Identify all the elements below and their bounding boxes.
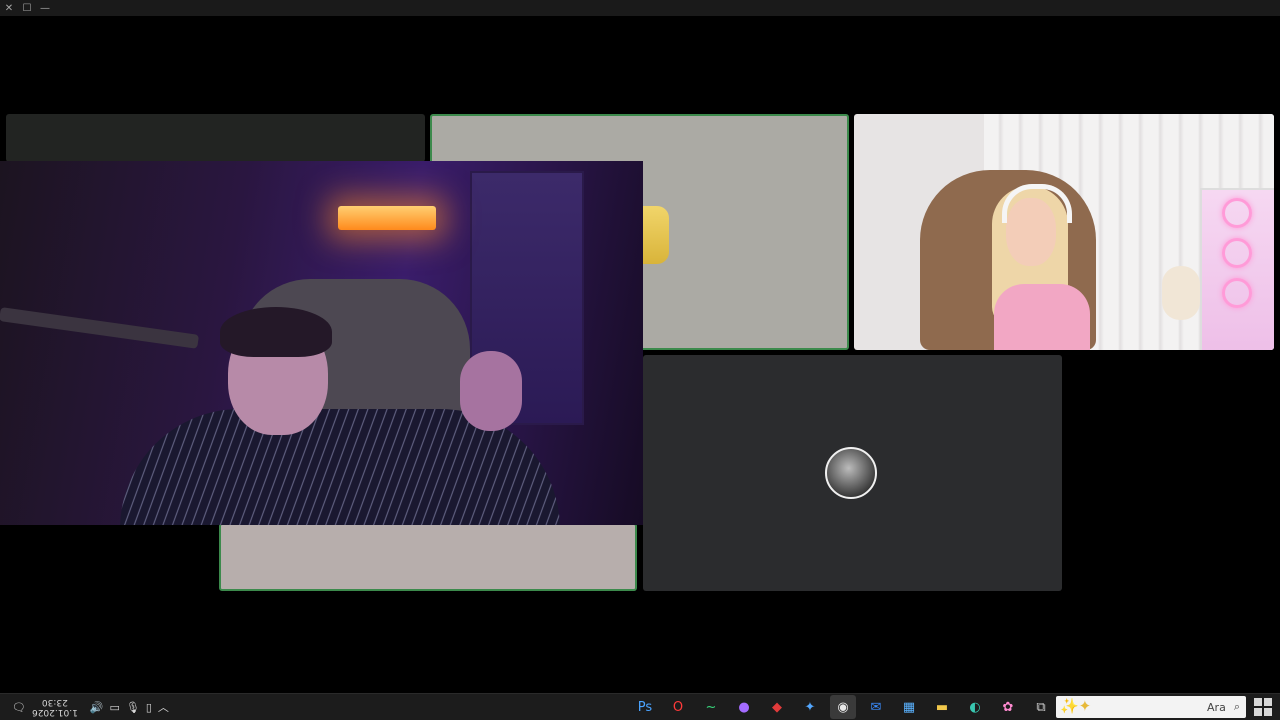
stream-video-window[interactable] bbox=[0, 161, 643, 525]
microphone-icon[interactable]: 🎙 bbox=[126, 701, 140, 714]
sticker-image bbox=[643, 206, 669, 264]
participant-tile-3-video[interactable] bbox=[854, 114, 1274, 350]
chevron-up-icon[interactable]: ︿ bbox=[158, 699, 169, 715]
app-ps[interactable]: Ps bbox=[632, 695, 658, 719]
notification-icon[interactable]: 🗨 bbox=[12, 701, 26, 714]
window-titlebar: ✕ ☐ — bbox=[0, 0, 1280, 16]
terminal-icon[interactable]: ~ bbox=[698, 695, 724, 719]
fan-icon bbox=[1222, 278, 1252, 308]
close-icon[interactable]: ✕ bbox=[0, 0, 18, 16]
task-view-icon[interactable]: ⧉ bbox=[1028, 695, 1054, 719]
taskbar-clock[interactable]: 1.01.2026 23:30 bbox=[32, 697, 78, 717]
search-label: Ara bbox=[1207, 700, 1226, 714]
fan-icon bbox=[1222, 198, 1252, 228]
search-icon: ⌕ bbox=[1233, 700, 1240, 713]
windows-logo-cell bbox=[1254, 708, 1262, 716]
plush-toy bbox=[1162, 266, 1200, 320]
search-box[interactable]: ✨✦ Ara ⌕ bbox=[1056, 696, 1246, 718]
opera-icon[interactable]: O bbox=[665, 695, 691, 719]
system-tray: 🗨 1.01.2026 23:30 🔊 ▭ 🎙 ▯ ︿ bbox=[12, 694, 175, 720]
display-icon[interactable]: ▭ bbox=[109, 701, 119, 714]
heater-light bbox=[338, 206, 436, 230]
participant-tile-1[interactable] bbox=[6, 114, 425, 162]
pc-case bbox=[1200, 188, 1274, 350]
participant-shirt bbox=[994, 284, 1090, 350]
obs-icon[interactable]: ◉ bbox=[830, 695, 856, 719]
start-button[interactable] bbox=[1254, 698, 1272, 716]
taskbar: 🗨 1.01.2026 23:30 🔊 ▭ 🎙 ▯ ︿ Ps O ~ ● ◆ ✦ ◉ ✉ ▦ ▬ ◐… bbox=[0, 693, 1280, 720]
participant-tile-4[interactable] bbox=[643, 355, 1062, 591]
clock-date: 1.01.2026 bbox=[31, 707, 78, 717]
windows-logo-cell bbox=[1264, 708, 1272, 716]
volume-icon[interactable]: 🔊 bbox=[90, 701, 104, 714]
screen: ✕ ☐ — 🗨 1.01.2026 23:30 🔊 ▭ 🎙 ▯ ︿ Ps O ~… bbox=[0, 0, 1280, 720]
network-icon[interactable]: ✦ bbox=[797, 695, 823, 719]
game-icon[interactable]: ◆ bbox=[764, 695, 790, 719]
minimize-icon[interactable]: — bbox=[36, 0, 54, 16]
windows-logo-cell bbox=[1264, 698, 1272, 706]
edge-icon[interactable]: ◐ bbox=[962, 695, 988, 719]
maximize-icon[interactable]: ☐ bbox=[18, 0, 36, 16]
streamer bbox=[110, 307, 560, 525]
messenger-icon[interactable]: ● bbox=[731, 695, 757, 719]
sparkle-icon: ✨✦ bbox=[1060, 697, 1092, 715]
clock-time: 23:30 bbox=[41, 697, 68, 707]
windows-logo-cell bbox=[1254, 698, 1262, 706]
store-icon[interactable]: ▦ bbox=[896, 695, 922, 719]
fan-icon bbox=[1222, 238, 1252, 268]
tablet-icon[interactable]: ▯ bbox=[146, 701, 152, 714]
participant-tile-5[interactable] bbox=[219, 523, 637, 591]
copilot-icon[interactable]: ✿ bbox=[995, 695, 1021, 719]
taskbar-apps: Ps O ~ ● ◆ ✦ ◉ ✉ ▦ ▬ ◐ ✿ ⧉ bbox=[632, 695, 1061, 719]
mail-icon[interactable]: ✉ bbox=[863, 695, 889, 719]
streamer-hair bbox=[220, 307, 332, 357]
file-explorer-icon[interactable]: ▬ bbox=[929, 695, 955, 719]
participant-avatar[interactable] bbox=[825, 447, 877, 499]
streamer-hand bbox=[460, 351, 522, 431]
